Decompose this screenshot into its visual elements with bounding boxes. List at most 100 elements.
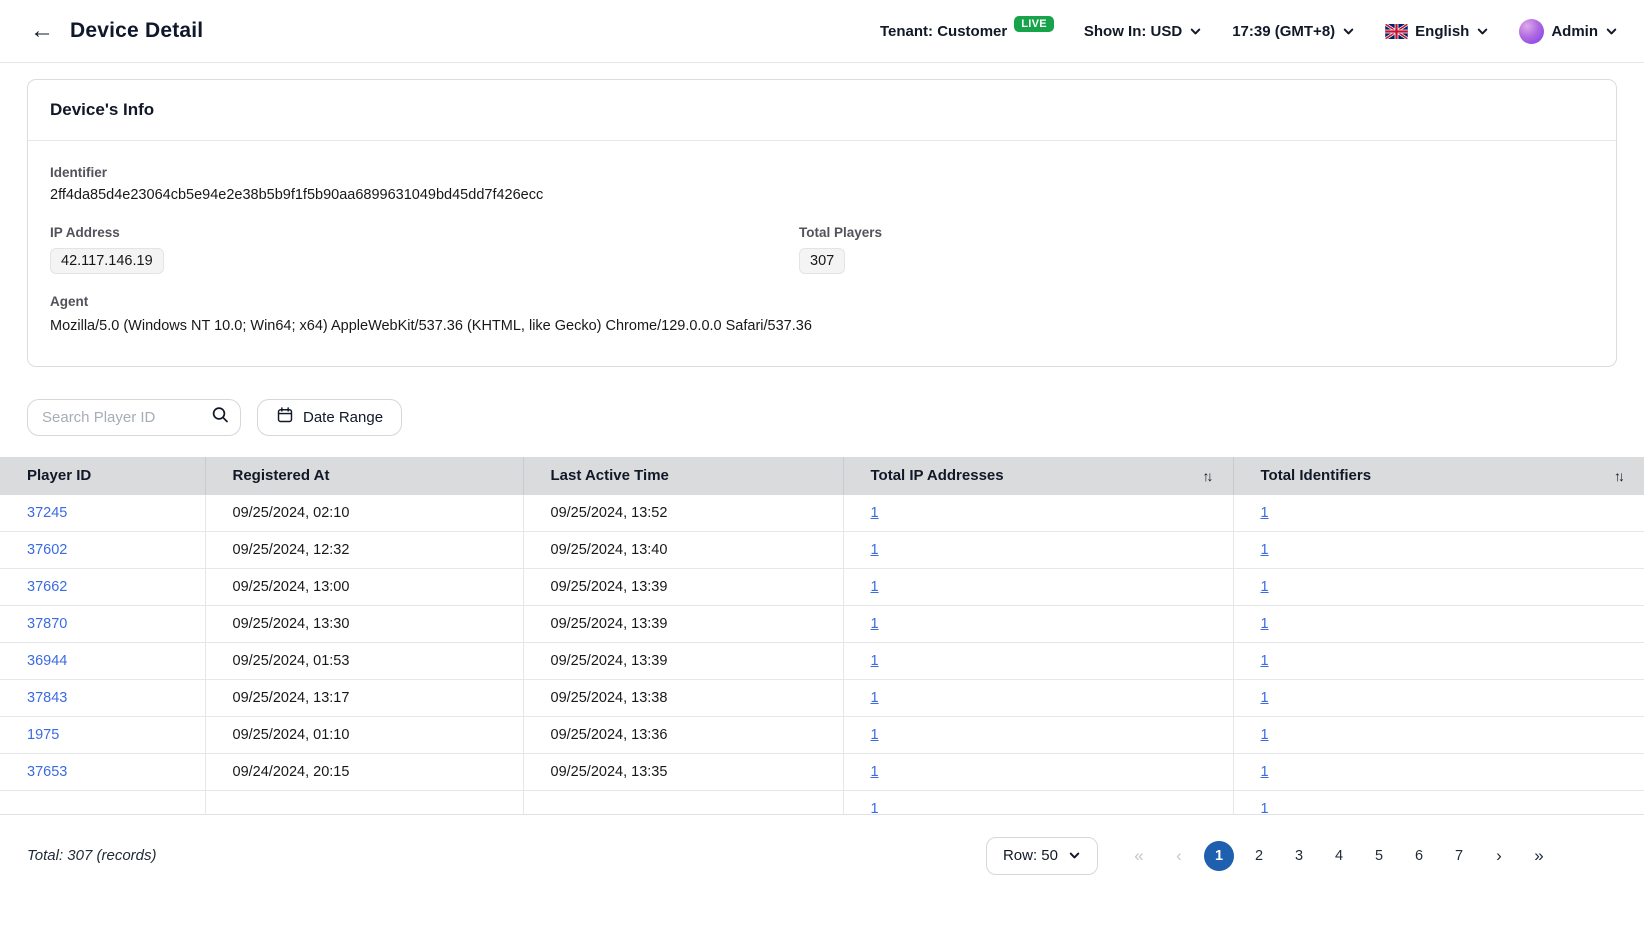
total-ips-link[interactable]: 1 [871,727,879,743]
total-identifiers-link[interactable]: 1 [1261,690,1269,706]
agent-value: Mozilla/5.0 (Windows NT 10.0; Win64; x64… [50,316,830,338]
chevron-down-icon [1342,25,1355,38]
page-number-button[interactable]: 1 [1204,841,1234,871]
pagination-pages: 1 2 3 4 5 6 7 [1204,841,1474,871]
search-icon[interactable] [211,406,229,429]
registered-at-cell: 09/25/2024, 01:53 [205,643,523,680]
ip-address-chip: 42.117.146.19 [50,248,164,274]
agent-label: Agent [50,294,1594,309]
date-range-button[interactable]: Date Range [257,399,402,436]
total-ips-header-label: Total IP Addresses [871,467,1004,484]
total-players-label: Total Players [799,225,1594,240]
page-number-button[interactable]: 5 [1364,841,1394,871]
prev-page-icon[interactable]: ‹ [1164,841,1194,871]
currency-label: Show In: USD [1084,23,1182,40]
total-identifiers-link[interactable]: 1 [1261,764,1269,780]
total-records-text: Total: 307 (records) [27,847,157,864]
total-identifiers-link[interactable]: 1 [1261,505,1269,521]
total-identifiers-link[interactable]: 1 [1261,801,1269,815]
total-ips-link[interactable]: 1 [871,690,879,706]
total-ips-link[interactable]: 1 [871,542,879,558]
page-number-button[interactable]: 7 [1444,841,1474,871]
player-id-link[interactable]: 37870 [27,616,67,632]
page-number-button[interactable]: 2 [1244,841,1274,871]
player-id-link[interactable]: 1975 [27,727,59,743]
table-row: 37870 09/25/2024, 13:30 09/25/2024, 13:3… [0,606,1644,643]
last-active-cell: 09/25/2024, 13:35 [523,754,843,791]
player-id-link[interactable]: 37843 [27,690,67,706]
table-row: 1 1 [0,791,1644,815]
footer-right: Row: 50 « ‹ 1 2 3 4 5 6 7 › » [986,837,1554,875]
total-ips-link[interactable]: 1 [871,764,879,780]
total-ips-link[interactable]: 1 [871,616,879,632]
player-id-link[interactable]: 37245 [27,505,67,521]
first-page-icon[interactable]: « [1124,841,1154,871]
ip-players-row: IP Address 42.117.146.19 Total Players 3… [50,225,1594,274]
next-page-icon[interactable]: › [1484,841,1514,871]
chevron-down-icon [1605,25,1618,38]
player-id-link[interactable]: 36944 [27,653,67,669]
tenant-indicator: Tenant: Customer LIVE [880,23,1054,40]
table-body: 37245 09/25/2024, 02:10 09/25/2024, 13:5… [0,495,1644,815]
search-box [27,399,241,436]
chevron-down-icon [1476,25,1489,38]
sort-icon[interactable]: ↑↓ [1203,468,1217,484]
identifier-value: 2ff4da85d4e23064cb5e94e2e38b5b9f1f5b90aa… [50,187,1594,203]
chevron-down-icon [1068,849,1081,862]
back-arrow-icon[interactable]: ← [26,19,58,43]
ip-address-label: IP Address [50,225,799,240]
pagination: « ‹ 1 2 3 4 5 6 7 › » [1124,841,1554,871]
total-ips-link[interactable]: 1 [871,801,879,815]
page-number-button[interactable]: 6 [1404,841,1434,871]
identifier-field: Identifier 2ff4da85d4e23064cb5e94e2e38b5… [50,165,1594,203]
tenant-label: Tenant: Customer [880,23,1007,40]
registered-at-cell: 09/25/2024, 02:10 [205,495,523,532]
total-identifiers-link[interactable]: 1 [1261,653,1269,669]
sort-icon[interactable]: ↑↓ [1614,468,1628,484]
table-row: 37602 09/25/2024, 12:32 09/25/2024, 13:4… [0,532,1644,569]
chevron-down-icon [1189,25,1202,38]
total-identifiers-link[interactable]: 1 [1261,579,1269,595]
rows-per-page-dropdown[interactable]: Row: 50 [986,837,1098,875]
ip-address-field: IP Address 42.117.146.19 [50,225,799,274]
table-footer: Total: 307 (records) Row: 50 « ‹ 1 2 3 4… [0,815,1644,897]
total-identifiers-link[interactable]: 1 [1261,727,1269,743]
last-active-cell: 09/25/2024, 13:39 [523,606,843,643]
top-bar: ← Device Detail Tenant: Customer LIVE Sh… [0,0,1644,63]
registered-at-cell: 09/25/2024, 01:10 [205,717,523,754]
total-players-chip: 307 [799,248,845,274]
live-badge: LIVE [1014,16,1054,32]
language-dropdown[interactable]: English [1385,23,1489,40]
total-identifiers-link[interactable]: 1 [1261,616,1269,632]
currency-dropdown[interactable]: Show In: USD [1084,23,1202,40]
registered-at-cell: 09/25/2024, 13:30 [205,606,523,643]
table-row: 37843 09/25/2024, 13:17 09/25/2024, 13:3… [0,680,1644,717]
table-row: 36944 09/25/2024, 01:53 09/25/2024, 13:3… [0,643,1644,680]
player-id-link[interactable]: 37602 [27,542,67,558]
last-active-cell: 09/25/2024, 13:40 [523,532,843,569]
total-ips-link[interactable]: 1 [871,579,879,595]
page-number-button[interactable]: 3 [1284,841,1314,871]
total-ips-link[interactable]: 1 [871,653,879,669]
device-info-card-body: Identifier 2ff4da85d4e23064cb5e94e2e38b5… [28,141,1616,366]
total-players-field: Total Players 307 [799,225,1594,274]
player-id-link[interactable]: 37662 [27,579,67,595]
top-bar-right: Tenant: Customer LIVE Show In: USD 17:39… [880,19,1618,44]
table-row: 37662 09/25/2024, 13:00 09/25/2024, 13:3… [0,569,1644,606]
registered-at-cell: 09/25/2024, 12:32 [205,532,523,569]
player-id-link[interactable]: 37653 [27,764,67,780]
last-active-cell: 09/25/2024, 13:52 [523,495,843,532]
last-active-cell: 09/25/2024, 13:36 [523,717,843,754]
uk-flag-icon [1385,24,1408,39]
card-title: Device's Info [50,100,1594,120]
time-label: 17:39 (GMT+8) [1232,23,1335,40]
total-ips-link[interactable]: 1 [871,505,879,521]
last-active-cell: 09/25/2024, 13:39 [523,643,843,680]
page-number-button[interactable]: 4 [1324,841,1354,871]
total-identifiers-link[interactable]: 1 [1261,542,1269,558]
search-input[interactable] [27,399,241,436]
user-menu[interactable]: Admin [1519,19,1618,44]
last-page-icon[interactable]: » [1524,841,1554,871]
language-label: English [1415,23,1469,40]
timezone-dropdown[interactable]: 17:39 (GMT+8) [1232,23,1355,40]
